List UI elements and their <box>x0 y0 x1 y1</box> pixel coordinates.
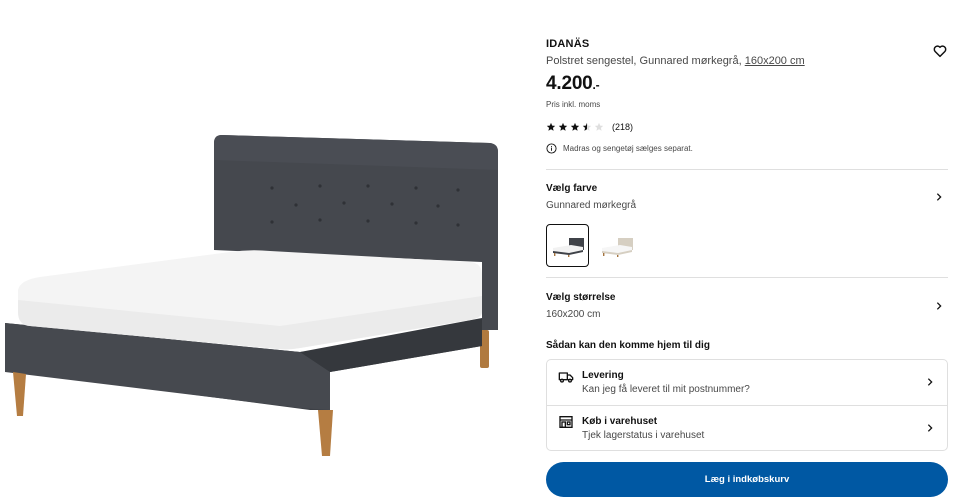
notice-text: Madras og sengetøj sælges separat. <box>563 144 693 153</box>
color-option[interactable]: Vælg farve Gunnared mørkegrå <box>546 183 948 211</box>
review-count: (218) <box>612 122 634 132</box>
color-option-value: Gunnared mørkegrå <box>546 200 637 211</box>
size-option[interactable]: Vælg størrelse 160x200 cm <box>546 292 948 320</box>
description-text: Polstret sengestel, Gunnared mørkegrå, <box>546 55 745 67</box>
star-icon <box>558 122 568 131</box>
store-icon <box>559 416 573 428</box>
add-to-cart-button[interactable]: Læg i indkøbskurv <box>546 462 948 497</box>
delivery-row-texts: Køb i varehuset Tjek lagerstatus i vareh… <box>582 416 704 441</box>
price: 4.200.- <box>546 73 948 95</box>
vat-note: Pris inkl. moms <box>546 100 601 109</box>
color-option-label: Vælg farve <box>546 183 598 194</box>
chevron-right-icon <box>936 193 942 201</box>
delivery-options: Levering Kan jeg få leveret til mit post… <box>546 359 948 451</box>
size-option-value: 160x200 cm <box>546 309 601 320</box>
star-icon <box>582 122 592 131</box>
delivery-row-texts: Levering Kan jeg få leveret til mit post… <box>582 370 750 395</box>
star-icon <box>594 122 604 131</box>
product-name: IDANÄS <box>546 38 590 50</box>
product-image[interactable] <box>0 0 520 501</box>
color-swatches <box>546 224 948 267</box>
notice: Madras og sengetøj sælges separat. <box>546 143 948 154</box>
delivery-row-subtext: Kan jeg få leveret til mit postnummer? <box>582 384 750 395</box>
chevron-right-icon <box>927 424 933 432</box>
product-info-panel: IDANÄS Polstret sengestel, Gunnared mørk… <box>546 38 948 451</box>
chevron-right-icon <box>936 302 942 310</box>
heart-icon[interactable] <box>932 43 948 59</box>
truck-icon <box>558 371 574 383</box>
swatch-dark-grey[interactable] <box>546 224 589 267</box>
divider <box>546 277 948 278</box>
delivery-row-heading: Levering <box>582 370 624 381</box>
rating[interactable]: (218) <box>546 122 948 132</box>
size-option-label: Vælg størrelse <box>546 292 616 303</box>
price-value: 4.200 <box>546 73 593 94</box>
size-link[interactable]: 160x200 cm <box>745 55 805 67</box>
chevron-right-icon <box>927 378 933 386</box>
bed-image <box>5 135 498 456</box>
swatch-dark-grey-image <box>552 237 584 257</box>
delivery-row-subtext: Tjek lagerstatus i varehuset <box>582 429 705 441</box>
delivery-row-levering[interactable]: Levering Kan jeg få leveret til mit post… <box>547 360 947 405</box>
star-icon <box>570 122 580 131</box>
divider <box>546 169 948 170</box>
delivery-row-store[interactable]: Køb i varehuset Tjek lagerstatus i vareh… <box>547 405 947 450</box>
delivery-title: Sådan kan den komme hjem til dig <box>546 340 710 351</box>
swatch-beige-image <box>601 237 633 257</box>
star-icon <box>546 122 556 131</box>
delivery-row-heading: Køb i varehuset <box>582 415 658 427</box>
product-description: Polstret sengestel, Gunnared mørkegrå, 1… <box>546 55 948 67</box>
price-suffix: .- <box>592 78 600 92</box>
swatch-beige[interactable] <box>595 224 638 267</box>
info-icon <box>546 143 557 154</box>
rating-stars <box>546 122 604 132</box>
